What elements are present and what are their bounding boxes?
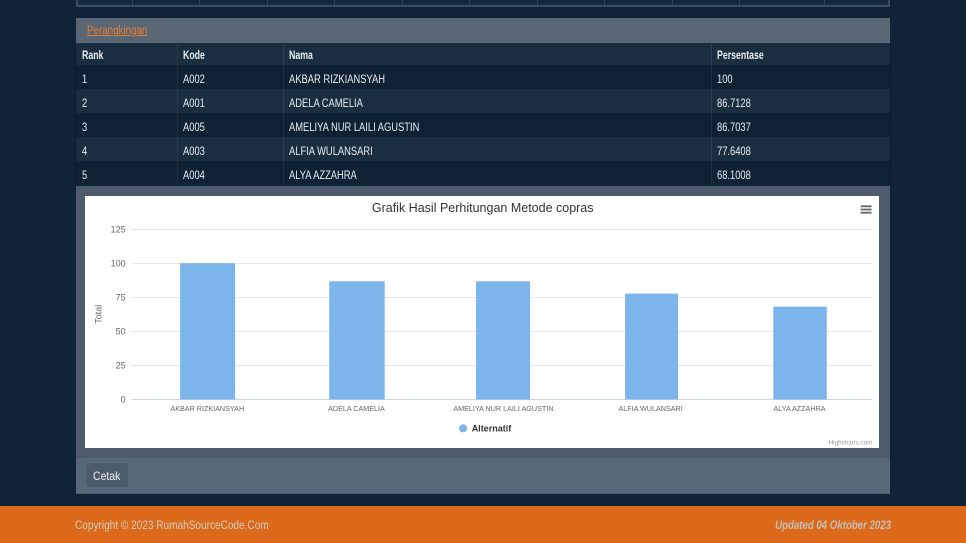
svg-text:100: 100 [111,259,126,269]
svg-text:Grafik Hasil Perhitungan Metod: Grafik Hasil Perhitungan Metode copras [372,201,594,215]
svg-text:ALYA AZZAHRA: ALYA AZZAHRA [774,404,826,413]
svg-text:Alternatif: Alternatif [472,424,513,434]
svg-text:75: 75 [116,293,126,303]
svg-text:ADELA CAMELIA: ADELA CAMELIA [329,404,386,413]
svg-text:Highcharts.com: Highcharts.com [829,440,873,447]
svg-text:AKBAR RIZKIANSYAH: AKBAR RIZKIANSYAH [171,404,245,413]
svg-text:Total: Total [94,305,104,324]
svg-text:125: 125 [111,225,126,235]
svg-text:AMELIYA NUR LAILI AGUSTIN: AMELIYA NUR LAILI AGUSTIN [454,404,554,413]
svg-text:25: 25 [116,361,126,371]
svg-text:0: 0 [121,395,126,405]
svg-text:50: 50 [116,327,126,337]
svg-text:ALFIA WULANSARI: ALFIA WULANSARI [619,404,683,413]
